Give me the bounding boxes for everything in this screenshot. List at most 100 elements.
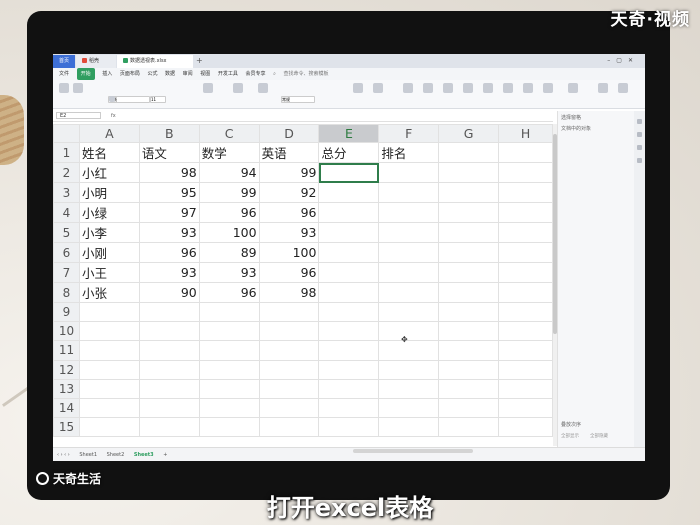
menu-page-layout[interactable]: 页面布局 bbox=[120, 68, 140, 80]
table-style-icon[interactable] bbox=[353, 83, 363, 93]
cell-g3[interactable] bbox=[438, 182, 500, 203]
cell-d8[interactable]: 98 bbox=[258, 282, 320, 303]
cell-e12[interactable] bbox=[318, 359, 380, 380]
cell-d5[interactable]: 93 bbox=[258, 222, 320, 243]
cell-f10[interactable] bbox=[378, 321, 440, 342]
font-size-select[interactable]: 11 bbox=[150, 96, 166, 103]
column-header-a[interactable]: A bbox=[78, 124, 140, 143]
column-header-h[interactable]: H bbox=[498, 124, 553, 143]
paste-icon[interactable] bbox=[59, 83, 69, 93]
cell-e13[interactable] bbox=[318, 378, 380, 399]
cell-h13[interactable] bbox=[498, 378, 553, 399]
cell-b7[interactable]: 93 bbox=[138, 262, 200, 283]
tab-home[interactable]: 首页 bbox=[53, 55, 75, 68]
cell-g4[interactable] bbox=[438, 202, 500, 223]
cell-a13[interactable] bbox=[78, 378, 140, 399]
cell-d11[interactable] bbox=[258, 340, 320, 361]
fx-icon[interactable]: fx bbox=[111, 111, 116, 121]
cell-g2[interactable] bbox=[438, 162, 500, 183]
cell-d10[interactable] bbox=[258, 321, 320, 342]
cell-g6[interactable] bbox=[438, 242, 500, 263]
cell-b15[interactable] bbox=[138, 417, 200, 438]
cell-h12[interactable] bbox=[498, 359, 553, 380]
property-tool-icon[interactable] bbox=[637, 145, 642, 150]
row-header-8[interactable]: 8 bbox=[53, 282, 80, 303]
cell-f15[interactable] bbox=[378, 417, 440, 438]
cell-c2[interactable]: 94 bbox=[198, 162, 260, 183]
cell-icon[interactable] bbox=[483, 83, 493, 93]
cell-b9[interactable] bbox=[138, 301, 200, 323]
cell-a1[interactable]: 姓名 bbox=[78, 142, 140, 163]
cell-d1[interactable]: 英语 bbox=[258, 142, 320, 163]
row-col-icon[interactable] bbox=[503, 83, 513, 93]
cell-h11[interactable] bbox=[498, 340, 553, 361]
cell-f12[interactable] bbox=[378, 359, 440, 380]
sheet-table[interactable]: A B C D E F G H 1 姓名 语文 数学 英语 总分 排名 2 小红 98 94 99 3 小明 95 99 92 4… bbox=[53, 124, 553, 438]
cell-g8[interactable] bbox=[438, 282, 500, 303]
menu-view[interactable]: 视图 bbox=[200, 68, 210, 80]
cell-e14[interactable] bbox=[318, 397, 380, 419]
fill-icon[interactable] bbox=[463, 83, 473, 93]
bold-icon[interactable] bbox=[109, 96, 115, 102]
cell-b1[interactable]: 语文 bbox=[138, 142, 200, 163]
sum-icon[interactable] bbox=[403, 83, 413, 93]
row-header-14[interactable]: 14 bbox=[53, 397, 80, 419]
cell-f8[interactable] bbox=[378, 282, 440, 303]
select-tool-icon[interactable] bbox=[637, 119, 642, 124]
cell-c4[interactable]: 96 bbox=[198, 202, 260, 223]
cell-a9[interactable] bbox=[78, 301, 140, 323]
tab-workbook[interactable]: 数据透视表.xlsx bbox=[117, 55, 193, 68]
cell-a6[interactable]: 小刚 bbox=[78, 242, 140, 263]
cell-a12[interactable] bbox=[78, 359, 140, 380]
cell-f6[interactable] bbox=[378, 242, 440, 263]
cell-f1[interactable]: 排名 bbox=[378, 142, 440, 163]
cell-g12[interactable] bbox=[438, 359, 500, 380]
cell-a2[interactable]: 小红 bbox=[78, 162, 140, 183]
row-header-6[interactable]: 6 bbox=[53, 242, 80, 263]
cell-h15[interactable] bbox=[498, 417, 553, 438]
row-header-10[interactable]: 10 bbox=[53, 321, 80, 342]
row-header-11[interactable]: 11 bbox=[53, 340, 80, 361]
row-header-13[interactable]: 13 bbox=[53, 378, 80, 399]
cell-b6[interactable]: 96 bbox=[138, 242, 200, 263]
cell-h1[interactable] bbox=[498, 142, 553, 163]
cell-c10[interactable] bbox=[198, 321, 260, 342]
cell-d12[interactable] bbox=[258, 359, 320, 380]
column-header-f[interactable]: F bbox=[378, 124, 440, 143]
cell-c3[interactable]: 99 bbox=[198, 182, 260, 203]
cell-b3[interactable]: 95 bbox=[138, 182, 200, 203]
cell-d9[interactable] bbox=[258, 301, 320, 323]
sheet-tab-2[interactable]: Sheet2 bbox=[107, 448, 125, 461]
column-header-c[interactable]: C bbox=[198, 124, 260, 143]
cell-g1[interactable] bbox=[438, 142, 500, 163]
column-header-g[interactable]: G bbox=[438, 124, 500, 143]
cell-b11[interactable] bbox=[138, 340, 200, 361]
show-all-button[interactable]: 全部显示 bbox=[561, 433, 579, 439]
menu-data[interactable]: 数据 bbox=[165, 68, 175, 80]
merge-icon[interactable] bbox=[233, 83, 243, 93]
row-header-9[interactable]: 9 bbox=[53, 301, 80, 323]
menu-member[interactable]: 会员专享 bbox=[245, 68, 265, 80]
cell-f14[interactable] bbox=[378, 397, 440, 419]
cell-a5[interactable]: 小李 bbox=[78, 222, 140, 243]
row-header-5[interactable]: 5 bbox=[53, 222, 80, 243]
row-header-3[interactable]: 3 bbox=[53, 182, 80, 203]
row-header-12[interactable]: 12 bbox=[53, 359, 80, 380]
menu-review[interactable]: 审阅 bbox=[183, 68, 193, 80]
name-box[interactable]: E2 bbox=[56, 112, 101, 119]
cell-c12[interactable] bbox=[198, 359, 260, 380]
cell-d13[interactable] bbox=[258, 378, 320, 399]
cell-c6[interactable]: 89 bbox=[198, 242, 260, 263]
cell-b14[interactable] bbox=[138, 397, 200, 419]
cell-f5[interactable] bbox=[378, 222, 440, 243]
conditional-format-icon[interactable] bbox=[373, 83, 383, 93]
cell-a11[interactable] bbox=[78, 340, 140, 361]
cell-b5[interactable]: 93 bbox=[138, 222, 200, 243]
row-header-15[interactable]: 15 bbox=[53, 417, 80, 438]
column-header-b[interactable]: B bbox=[138, 124, 200, 143]
cell-h7[interactable] bbox=[498, 262, 553, 283]
menu-home[interactable]: 开始 bbox=[76, 68, 95, 80]
cell-d4[interactable]: 96 bbox=[258, 202, 320, 223]
column-header-d[interactable]: D bbox=[258, 124, 320, 143]
cell-e15[interactable] bbox=[318, 417, 380, 438]
